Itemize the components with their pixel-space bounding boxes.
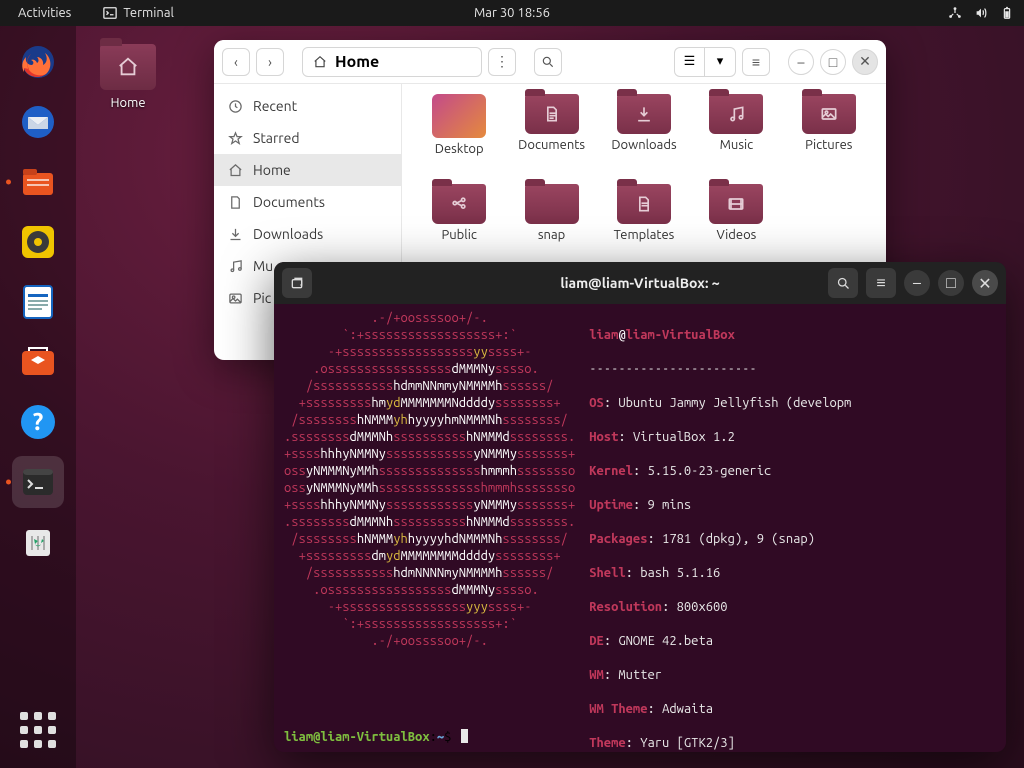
dock-firefox[interactable] (12, 36, 64, 88)
sidebar-item-label: Mu (253, 258, 273, 274)
neofetch-info: liam@liam-VirtualBox -------------------… (589, 310, 851, 744)
active-app-indicator[interactable]: Terminal (103, 6, 174, 20)
dock-files[interactable] (12, 156, 64, 208)
neofetch-logo: .-/+oossssoo+/-. `:+ssssssssssssssssss+:… (284, 310, 575, 744)
folder-label: Desktop (435, 142, 484, 156)
path-bar[interactable]: Home (302, 47, 482, 77)
desktop-home-label: Home (100, 96, 156, 110)
nav-forward-button[interactable]: › (256, 48, 284, 76)
sidebar-item-label: Recent (253, 98, 297, 114)
clock[interactable]: Mar 30 18:56 (474, 6, 550, 20)
terminal-close-button[interactable]: ✕ (972, 270, 998, 296)
nav-back-button[interactable]: ‹ (222, 48, 250, 76)
top-bar: Activities Terminal Mar 30 18:56 (0, 0, 1024, 26)
sidebar-item-home[interactable]: Home (214, 154, 401, 186)
terminal-minimize-button[interactable]: – (904, 270, 930, 296)
sidebar-item-label: Documents (253, 194, 325, 210)
terminal-headerbar: liam@liam-VirtualBox: ~ ≡ – □ ✕ (274, 262, 1006, 304)
folder-videos[interactable]: Videos (693, 184, 779, 270)
terminal-menu-button[interactable]: ≡ (866, 268, 896, 298)
dock-terminal[interactable] (12, 456, 64, 508)
window-maximize-button[interactable]: □ (820, 49, 846, 75)
files-headerbar: ‹ › Home ⋮ ☰ ▾ ≡ – □ ✕ (214, 40, 886, 84)
volume-icon (974, 6, 988, 20)
sidebar-item-label: Pic (253, 290, 271, 306)
folder-templates[interactable]: Templates (601, 184, 687, 270)
dock-ubuntu-software[interactable] (12, 336, 64, 388)
path-menu-button[interactable]: ⋮ (488, 48, 516, 76)
folder-label: snap (538, 228, 565, 242)
terminal-icon (103, 6, 117, 20)
svg-text:?: ? (33, 408, 44, 435)
terminal-maximize-button[interactable]: □ (938, 270, 964, 296)
view-list-icon[interactable]: ☰ (675, 48, 705, 76)
files-search-button[interactable] (534, 48, 562, 76)
terminal-output[interactable]: .-/+oossssoo+/-. `:+ssssssssssssssssss+:… (274, 304, 1006, 752)
terminal-window: liam@liam-VirtualBox: ~ ≡ – □ ✕ .-/+ooss… (274, 262, 1006, 752)
hamburger-menu-button[interactable]: ≡ (742, 48, 770, 76)
dock-trash[interactable] (12, 516, 64, 568)
terminal-title: liam@liam-VirtualBox: ~ (560, 275, 719, 291)
sidebar-item-starred[interactable]: Starred (214, 122, 401, 154)
folder-music[interactable]: Music (693, 94, 779, 180)
view-dropdown-icon[interactable]: ▾ (705, 48, 735, 76)
sidebar-item-label: Home (253, 162, 291, 178)
window-minimize-button[interactable]: – (788, 49, 814, 75)
folder-desktop[interactable]: Desktop (416, 94, 502, 180)
terminal-search-button[interactable] (828, 268, 858, 298)
terminal-prompt[interactable]: liam@liam-VirtualBox:~$ (284, 729, 468, 744)
folder-label: Templates (614, 228, 675, 242)
dock: ? (0, 26, 76, 768)
folder-label: Pictures (805, 138, 852, 152)
folder-public[interactable]: Public (416, 184, 502, 270)
show-applications-button[interactable] (20, 712, 56, 748)
folder-label: Documents (518, 138, 585, 152)
folder-label: Public (441, 228, 476, 242)
sidebar-item-label: Downloads (253, 226, 323, 242)
cursor (461, 729, 468, 743)
path-label: Home (335, 53, 379, 71)
active-app-label: Terminal (123, 6, 174, 20)
folder-downloads[interactable]: Downloads (601, 94, 687, 180)
network-icon (948, 6, 962, 20)
folder-snap[interactable]: snap (508, 184, 594, 270)
system-tray[interactable] (948, 6, 1014, 20)
new-tab-button[interactable] (282, 268, 312, 298)
dock-help[interactable]: ? (12, 396, 64, 448)
dock-rhythmbox[interactable] (12, 216, 64, 268)
sidebar-item-documents[interactable]: Documents (214, 186, 401, 218)
desktop-home-folder[interactable]: Home (100, 44, 156, 110)
view-switcher[interactable]: ☰ ▾ (674, 47, 736, 77)
window-close-button[interactable]: ✕ (852, 49, 878, 75)
folder-label: Music (720, 138, 754, 152)
folder-label: Downloads (611, 138, 676, 152)
folder-pictures[interactable]: Pictures (786, 94, 872, 180)
sidebar-item-downloads[interactable]: Downloads (214, 218, 401, 250)
folder-documents[interactable]: Documents (508, 94, 594, 180)
folder-label: Videos (716, 228, 756, 242)
sidebar-item-label: Starred (253, 130, 300, 146)
power-icon (1000, 6, 1014, 20)
dock-libreoffice-writer[interactable] (12, 276, 64, 328)
sidebar-item-recent[interactable]: Recent (214, 90, 401, 122)
dock-thunderbird[interactable] (12, 96, 64, 148)
activities-button[interactable]: Activities (10, 4, 79, 22)
